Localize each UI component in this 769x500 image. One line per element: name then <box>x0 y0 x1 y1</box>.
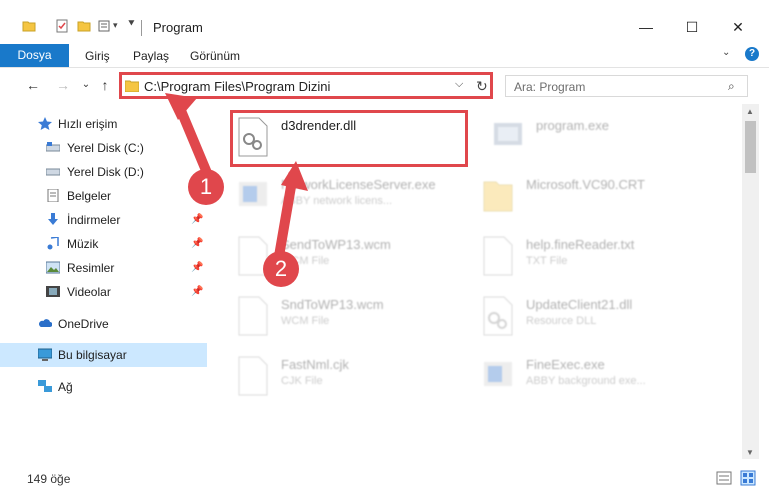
drive-icon <box>46 142 60 152</box>
exe-file-icon <box>239 182 267 206</box>
chevron-down-icon[interactable]: ⌵ <box>455 78 463 91</box>
close-button[interactable]: ✕ <box>715 14 761 40</box>
sidebar-item-documents[interactable]: Belgeler <box>0 184 207 208</box>
drive-icon <box>46 168 60 176</box>
pictures-icon <box>46 261 60 274</box>
help-icon[interactable]: ? <box>745 47 759 61</box>
ribbon-tabs: Dosya Giriş Paylaş Görünüm <box>0 41 769 68</box>
list-item-fineexec[interactable]: FineExec.exe ABBY background exe... <box>482 354 722 404</box>
list-item-sndtowp13[interactable]: SndToWP13.wcm WCM File <box>237 294 477 344</box>
sidebar-item-network[interactable]: Ağ <box>0 375 207 399</box>
sidebar-item-local-disk-c[interactable]: Yerel Disk (C:) <box>0 136 207 160</box>
tab-share[interactable]: Paylaş <box>133 45 169 67</box>
sidebar-item-downloads[interactable]: İndirmeler 📌 <box>0 208 207 232</box>
step-badge-1: 1 <box>188 169 224 205</box>
title-bar: ▾ ⯆ Program — ☐ ✕ <box>0 0 769 41</box>
list-item-microsoft-vc90-crt[interactable]: Microsoft.VC90.CRT <box>482 174 722 224</box>
refresh-button[interactable]: ↻ <box>476 78 488 95</box>
minimize-button[interactable]: — <box>623 14 669 40</box>
music-icon <box>47 237 59 250</box>
download-icon <box>48 213 58 225</box>
search-placeholder: Ara: Program <box>514 80 586 94</box>
window-title: Program <box>153 20 203 35</box>
sidebar-item-onedrive[interactable]: OneDrive <box>0 312 207 336</box>
exe-file-icon <box>494 123 522 145</box>
video-icon <box>46 286 60 297</box>
list-item-program-exe[interactable]: program.exe <box>492 115 732 165</box>
view-options-icon[interactable] <box>98 19 112 33</box>
pin-icon[interactable]: 📌 <box>191 286 203 297</box>
maximize-button[interactable]: ☐ <box>669 14 715 40</box>
dll-file-icon <box>483 296 513 336</box>
text-file-icon <box>483 236 513 276</box>
list-item-help-finereader[interactable]: help.fineReader.txt TXT File <box>482 234 722 284</box>
pin-icon[interactable]: 📌 <box>191 262 203 273</box>
exe-file-icon <box>484 362 512 386</box>
folder-icon <box>483 181 513 212</box>
chevron-down-icon[interactable]: ▾ <box>113 20 118 31</box>
folder-icon[interactable] <box>22 19 36 33</box>
back-button[interactable]: ← <box>25 77 41 93</box>
network-icon <box>38 380 52 392</box>
tab-home[interactable]: Giriş <box>85 45 110 67</box>
tab-view[interactable]: Görünüm <box>190 45 240 67</box>
forward-button[interactable]: → <box>55 77 71 93</box>
folder-icon <box>125 80 139 92</box>
file-icon <box>238 296 268 336</box>
status-bar <box>0 460 769 500</box>
documents-icon <box>47 189 59 202</box>
sidebar-item-this-pc[interactable]: Bu bilgisayar <box>0 343 207 367</box>
sidebar-item-quick-access[interactable]: Hızlı erişim <box>0 112 207 136</box>
tiles-view-icon[interactable] <box>740 470 756 486</box>
customize-qat-icon[interactable]: ⯆ <box>127 18 136 31</box>
step-badge-2: 2 <box>263 251 299 287</box>
sidebar-item-local-disk-d[interactable]: Yerel Disk (D:) <box>0 160 207 184</box>
address-path[interactable]: C:\Program Files\Program Dizini <box>144 79 330 94</box>
highlight-box <box>230 110 468 167</box>
tab-file[interactable]: Dosya <box>0 44 69 67</box>
sidebar-item-pictures[interactable]: Resimler 📌 <box>0 256 207 280</box>
properties-icon[interactable] <box>55 19 69 33</box>
recent-locations-button[interactable]: ⌄ <box>78 77 94 93</box>
star-icon <box>38 117 52 130</box>
item-count: 149 öğe <box>27 472 71 486</box>
search-icon[interactable]: ⌕ <box>728 79 735 94</box>
new-folder-icon[interactable] <box>77 19 91 33</box>
pin-icon[interactable]: 📌 <box>191 214 203 225</box>
scroll-down-icon[interactable]: ▼ <box>746 448 754 457</box>
up-button[interactable]: ↑ <box>97 77 113 93</box>
cloud-icon <box>39 319 52 327</box>
expand-ribbon-icon[interactable]: ⌄ <box>722 47 730 58</box>
scroll-up-icon[interactable]: ▲ <box>746 107 754 116</box>
pin-icon[interactable]: 📌 <box>191 238 203 249</box>
navigation-pane: Hızlı erişim Yerel Disk (C:) Yerel Disk … <box>0 104 207 459</box>
sidebar-item-music[interactable]: Müzik 📌 <box>0 232 207 256</box>
title-separator <box>141 20 142 36</box>
sidebar-item-videos[interactable]: Videolar 📌 <box>0 280 207 304</box>
details-view-icon[interactable] <box>716 470 732 486</box>
list-item-networklicenseserver[interactable]: NetworkLicenseServer.exe ABBY network li… <box>237 174 477 224</box>
computer-icon <box>38 348 52 361</box>
list-item-fastnml[interactable]: FastNml.cjk CJK File <box>237 354 477 404</box>
file-icon <box>238 356 268 396</box>
scrollbar-thumb[interactable] <box>745 121 756 173</box>
list-item-updateclient21[interactable]: UpdateClient21.dll Resource DLL <box>482 294 722 344</box>
